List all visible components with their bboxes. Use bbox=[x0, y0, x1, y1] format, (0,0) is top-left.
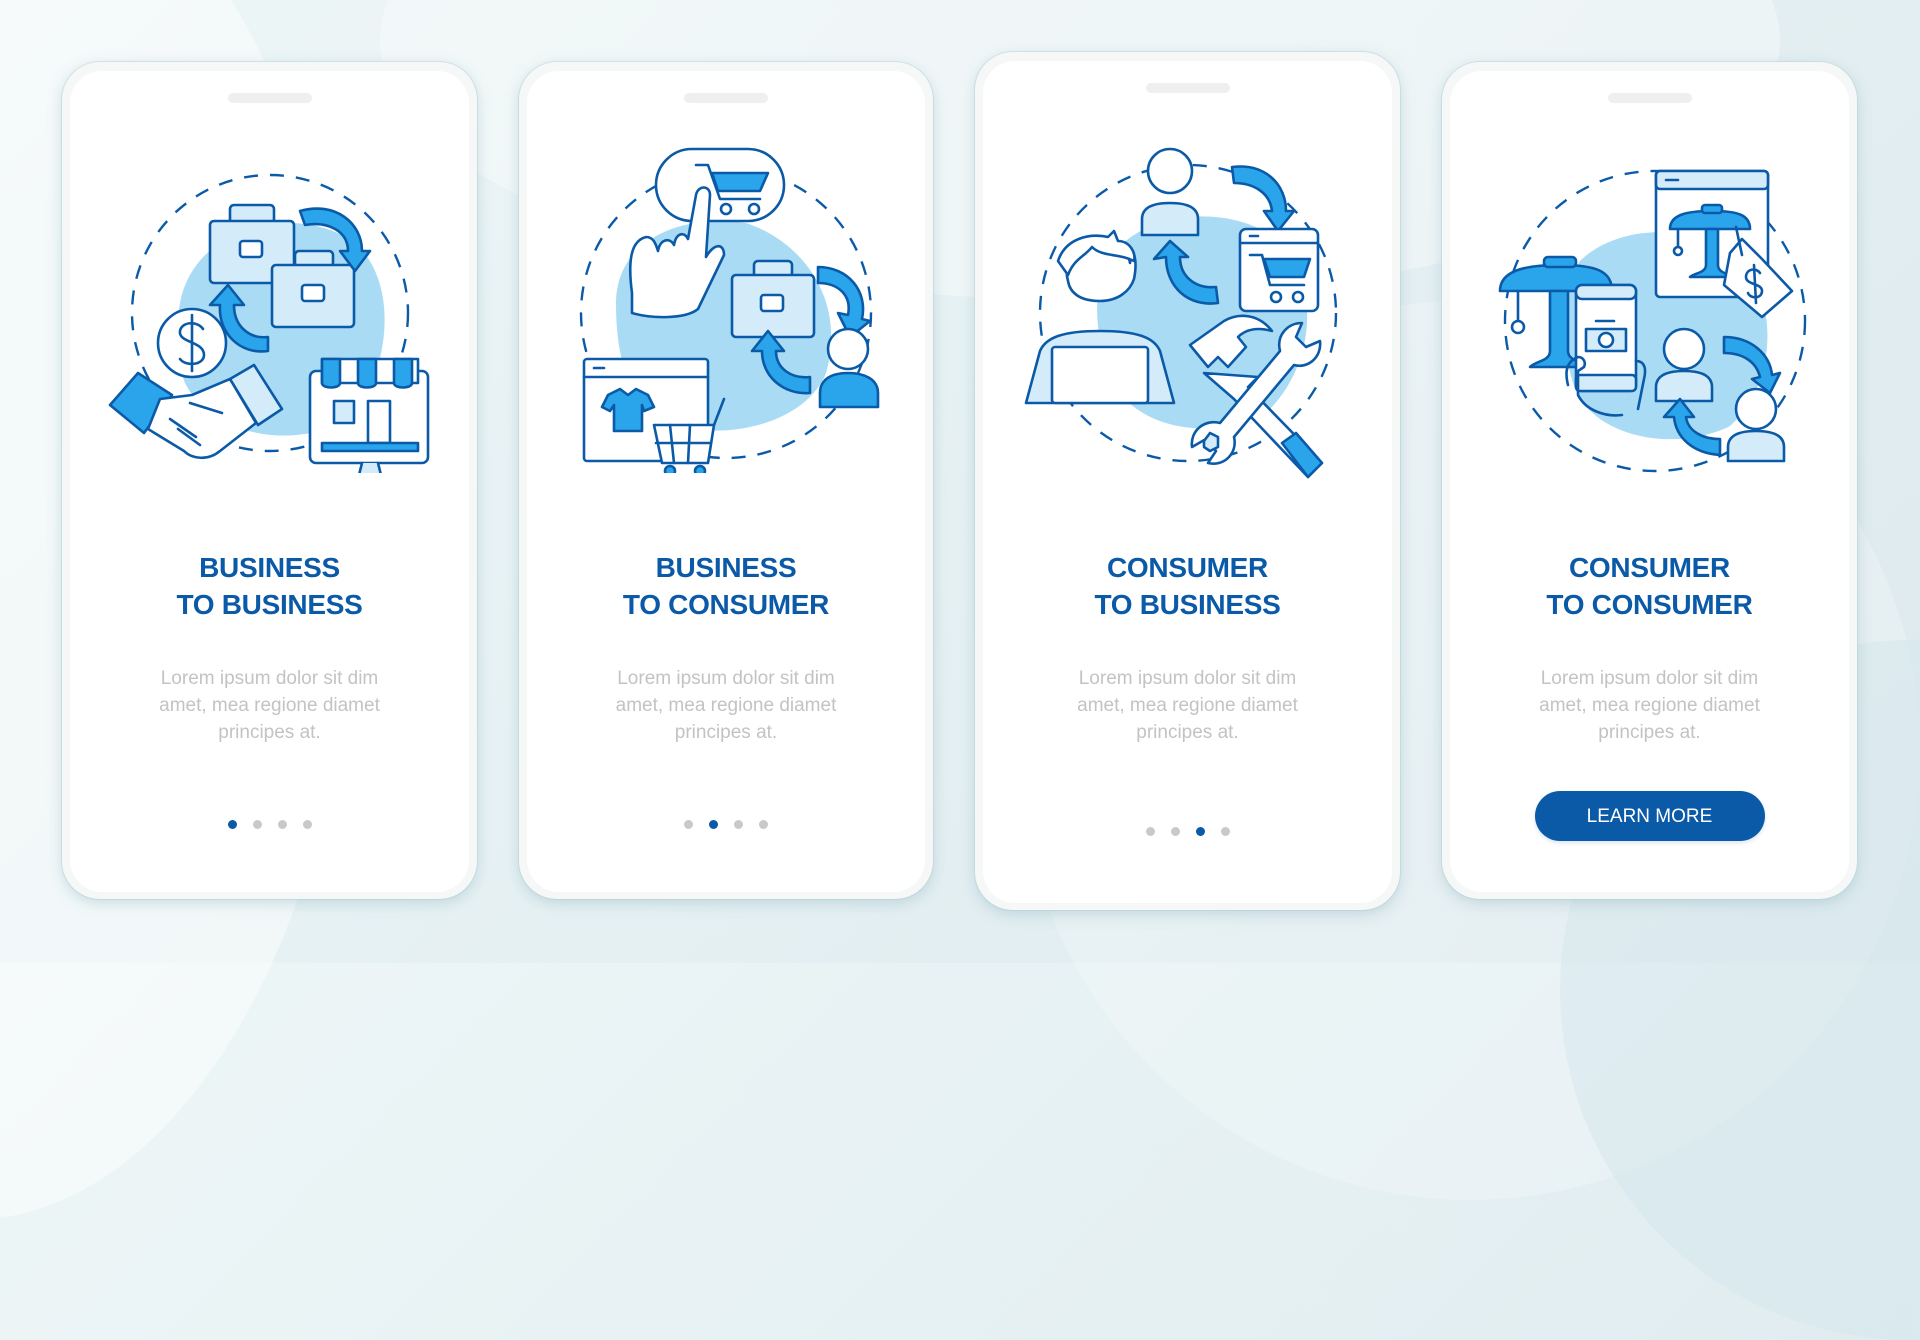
description-line: amet, mea regione diamet bbox=[159, 695, 380, 716]
description-line: principes at. bbox=[218, 722, 321, 743]
pagination-dots bbox=[527, 820, 925, 830]
phone-notch bbox=[684, 93, 768, 103]
page-dot-3[interactable] bbox=[734, 820, 743, 829]
page-dot-1[interactable] bbox=[1145, 827, 1155, 836]
title-line-2: TO BUSINESS bbox=[176, 589, 363, 620]
title-line-1: BUSINESS bbox=[655, 552, 797, 583]
phone-notch bbox=[227, 93, 312, 103]
description-line: principes at. bbox=[674, 722, 778, 743]
description-line: amet, mea regione diamet bbox=[615, 695, 837, 716]
screen-title: CONSUMER TO CONSUMER bbox=[1450, 549, 1849, 623]
description-line: Lorem ipsum dolor sit dim bbox=[160, 668, 379, 689]
onboarding-screen-b2c: BUSINESS TO CONSUMER Lorem ipsum dolor s… bbox=[519, 62, 933, 899]
description-line: Lorem ipsum dolor sit dim bbox=[1540, 668, 1759, 689]
description-line: amet, mea regione diamet bbox=[1077, 695, 1298, 716]
screen-title: BUSINESS TO CONSUMER bbox=[527, 549, 925, 623]
description-line: principes at. bbox=[1598, 722, 1701, 743]
description-line: amet, mea regione diamet bbox=[1539, 695, 1760, 716]
page-dot-2[interactable] bbox=[1170, 827, 1180, 836]
title-line-1: BUSINESS bbox=[199, 552, 340, 583]
learn-more-button[interactable]: LEARN MORE bbox=[1534, 791, 1765, 841]
description-line: principes at. bbox=[1136, 722, 1239, 743]
description-line: Lorem ipsum dolor sit dim bbox=[1078, 668, 1297, 689]
online-store-icon bbox=[308, 357, 429, 473]
page-dot-4[interactable] bbox=[759, 820, 768, 829]
title-line-2: TO BUSINESS bbox=[1094, 589, 1281, 620]
screen-description: Lorem ipsum dolor sit dim amet, mea regi… bbox=[527, 665, 925, 746]
page-dot-2[interactable] bbox=[252, 820, 262, 829]
screen-title: CONSUMER TO BUSINESS bbox=[983, 549, 1392, 623]
onboarding-screen-c2c: CONSUMER TO CONSUMER Lorem ipsum dolor s… bbox=[1442, 62, 1857, 899]
phone-notch bbox=[1145, 83, 1230, 93]
screen-title: BUSINESS TO BUSINESS bbox=[70, 549, 469, 623]
screen-surface: BUSINESS TO CONSUMER Lorem ipsum dolor s… bbox=[527, 71, 925, 892]
title-line-2: TO CONSUMER bbox=[622, 589, 830, 620]
page-dot-1-active[interactable] bbox=[227, 820, 237, 829]
onboarding-screen-c2b: CONSUMER TO BUSINESS Lorem ipsum dolor s… bbox=[975, 52, 1400, 910]
screen-surface: CONSUMER TO BUSINESS Lorem ipsum dolor s… bbox=[983, 61, 1392, 903]
screen-surface: CONSUMER TO CONSUMER Lorem ipsum dolor s… bbox=[1450, 71, 1849, 892]
c2c-illustration bbox=[1498, 169, 1806, 473]
b2b-illustration bbox=[108, 173, 429, 473]
pagination-dots bbox=[983, 827, 1392, 837]
title-line-1: CONSUMER bbox=[1569, 552, 1730, 583]
tap-cart-bubble-icon bbox=[654, 147, 786, 223]
page-dot-3[interactable] bbox=[277, 820, 287, 829]
web-cart-icon bbox=[1238, 227, 1319, 313]
onboarding-screen-b2b: BUSINESS TO BUSINESS Lorem ipsum dolor s… bbox=[62, 62, 477, 899]
page-dot-4[interactable] bbox=[302, 820, 312, 829]
page-dot-2-active[interactable] bbox=[709, 820, 718, 829]
c2b-illustration bbox=[1024, 147, 1337, 479]
title-line-2: TO CONSUMER bbox=[1546, 589, 1753, 620]
screen-description: Lorem ipsum dolor sit dim amet, mea regi… bbox=[70, 665, 469, 746]
page-dot-4[interactable] bbox=[1220, 827, 1230, 836]
page-dot-3-active[interactable] bbox=[1195, 827, 1205, 836]
title-line-1: CONSUMER bbox=[1107, 552, 1268, 583]
exchange-arrow-icon bbox=[1230, 165, 1295, 233]
screen-description: Lorem ipsum dolor sit dim amet, mea regi… bbox=[1450, 665, 1849, 746]
description-line: Lorem ipsum dolor sit dim bbox=[617, 668, 835, 689]
dollar-coin-icon bbox=[156, 307, 227, 379]
user-icon bbox=[1140, 147, 1199, 237]
phone-notch bbox=[1607, 93, 1692, 103]
pagination-dots bbox=[70, 820, 469, 830]
screen-description: Lorem ipsum dolor sit dim amet, mea regi… bbox=[983, 665, 1392, 746]
screen-surface: BUSINESS TO BUSINESS Lorem ipsum dolor s… bbox=[70, 71, 469, 892]
page-dot-1[interactable] bbox=[684, 820, 693, 829]
b2c-illustration bbox=[579, 147, 880, 473]
